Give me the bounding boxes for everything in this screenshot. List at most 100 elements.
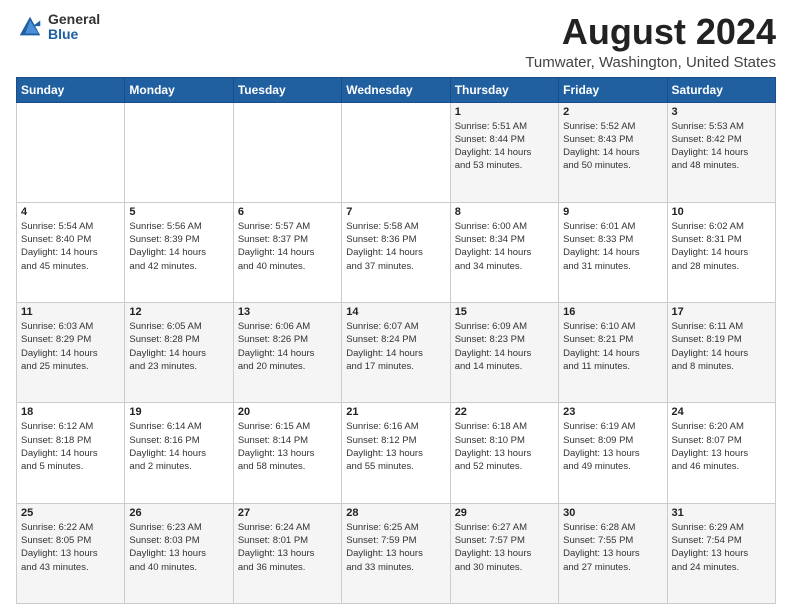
day-info: Sunrise: 6:29 AM Sunset: 7:54 PM Dayligh… xyxy=(672,521,771,574)
day-number: 11 xyxy=(21,306,120,318)
day-number: 3 xyxy=(672,106,771,118)
day-number: 17 xyxy=(672,306,771,318)
calendar-day-cell: 1 Sunrise: 5:51 AM Sunset: 8:44 PM Daylig… xyxy=(450,102,558,202)
day-info: Sunrise: 6:16 AM Sunset: 8:12 PM Dayligh… xyxy=(346,420,445,473)
day-number: 27 xyxy=(238,507,337,519)
calendar-weekday-header: Sunday xyxy=(17,77,125,102)
calendar-day-cell xyxy=(125,102,233,202)
day-info: Sunrise: 6:00 AM Sunset: 8:34 PM Dayligh… xyxy=(455,220,554,273)
day-info: Sunrise: 6:14 AM Sunset: 8:16 PM Dayligh… xyxy=(129,420,228,473)
day-info: Sunrise: 6:18 AM Sunset: 8:10 PM Dayligh… xyxy=(455,420,554,473)
calendar-day-cell: 7Sunrise: 5:58 AM Sunset: 8:36 PM Daylig… xyxy=(342,202,450,302)
day-info: Sunrise: 6:10 AM Sunset: 8:21 PM Dayligh… xyxy=(563,320,662,373)
calendar-day-cell: 15 Sunrise: 6:09 AM Sunset: 8:23 PM Dayli… xyxy=(450,303,558,403)
calendar-weekday-header: Friday xyxy=(559,77,667,102)
calendar-week-row: 18 Sunrise: 6:12 AM Sunset: 8:18 PM Dayli… xyxy=(17,403,776,503)
day-info: Sunrise: 6:02 AM Sunset: 8:31 PM Dayligh… xyxy=(672,220,771,273)
day-info: Sunrise: 6:03 AM Sunset: 8:29 PM Dayligh… xyxy=(21,320,120,373)
subtitle: Tumwater, Washington, United States xyxy=(525,54,776,71)
calendar-header-row: SundayMondayTuesdayWednesdayThursdayFrid… xyxy=(17,77,776,102)
day-number: 18 xyxy=(21,406,120,418)
calendar-day-cell: 4 Sunrise: 5:54 AM Sunset: 8:40 PM Daylig… xyxy=(17,202,125,302)
calendar-weekday-header: Thursday xyxy=(450,77,558,102)
calendar-day-cell: 27 Sunrise: 6:24 AM Sunset: 8:01 PM Dayli… xyxy=(233,503,341,603)
day-info: Sunrise: 6:20 AM Sunset: 8:07 PM Dayligh… xyxy=(672,420,771,473)
day-number: 10 xyxy=(672,206,771,218)
calendar-day-cell xyxy=(233,102,341,202)
day-number: 1 xyxy=(455,106,554,118)
day-number: 29 xyxy=(455,507,554,519)
day-number: 6 xyxy=(238,206,337,218)
day-info: Sunrise: 6:15 AM Sunset: 8:14 PM Dayligh… xyxy=(238,420,337,473)
calendar-day-cell: 16Sunrise: 6:10 AM Sunset: 8:21 PM Dayli… xyxy=(559,303,667,403)
logo-general-text: General xyxy=(48,12,100,27)
calendar-day-cell: 2Sunrise: 5:52 AM Sunset: 8:43 PM Daylig… xyxy=(559,102,667,202)
calendar-day-cell: 23Sunrise: 6:19 AM Sunset: 8:09 PM Dayli… xyxy=(559,403,667,503)
calendar-day-cell xyxy=(342,102,450,202)
day-info: Sunrise: 6:12 AM Sunset: 8:18 PM Dayligh… xyxy=(21,420,120,473)
calendar-day-cell: 22 Sunrise: 6:18 AM Sunset: 8:10 PM Dayli… xyxy=(450,403,558,503)
day-number: 28 xyxy=(346,507,445,519)
day-info: Sunrise: 5:53 AM Sunset: 8:42 PM Dayligh… xyxy=(672,120,771,173)
day-info: Sunrise: 6:07 AM Sunset: 8:24 PM Dayligh… xyxy=(346,320,445,373)
day-number: 21 xyxy=(346,406,445,418)
calendar-week-row: 4 Sunrise: 5:54 AM Sunset: 8:40 PM Daylig… xyxy=(17,202,776,302)
calendar-day-cell: 13 Sunrise: 6:06 AM Sunset: 8:26 PM Dayli… xyxy=(233,303,341,403)
calendar-day-cell: 8 Sunrise: 6:00 AM Sunset: 8:34 PM Daylig… xyxy=(450,202,558,302)
calendar-week-row: 25 Sunrise: 6:22 AM Sunset: 8:05 PM Dayli… xyxy=(17,503,776,603)
day-info: Sunrise: 6:09 AM Sunset: 8:23 PM Dayligh… xyxy=(455,320,554,373)
header: General Blue August 2024 Tumwater, Washi… xyxy=(16,12,776,71)
calendar-day-cell: 30 Sunrise: 6:28 AM Sunset: 7:55 PM Dayli… xyxy=(559,503,667,603)
day-number: 13 xyxy=(238,306,337,318)
calendar-day-cell: 6 Sunrise: 5:57 AM Sunset: 8:37 PM Daylig… xyxy=(233,202,341,302)
calendar-day-cell: 20Sunrise: 6:15 AM Sunset: 8:14 PM Dayli… xyxy=(233,403,341,503)
title-block: August 2024 Tumwater, Washington, United… xyxy=(525,12,776,71)
day-number: 9 xyxy=(563,206,662,218)
day-info: Sunrise: 6:06 AM Sunset: 8:26 PM Dayligh… xyxy=(238,320,337,373)
calendar-weekday-header: Wednesday xyxy=(342,77,450,102)
logo: General Blue xyxy=(16,12,100,43)
calendar-week-row: 1 Sunrise: 5:51 AM Sunset: 8:44 PM Daylig… xyxy=(17,102,776,202)
day-info: Sunrise: 5:56 AM Sunset: 8:39 PM Dayligh… xyxy=(129,220,228,273)
day-info: Sunrise: 6:28 AM Sunset: 7:55 PM Dayligh… xyxy=(563,521,662,574)
calendar-week-row: 11 Sunrise: 6:03 AM Sunset: 8:29 PM Dayli… xyxy=(17,303,776,403)
day-info: Sunrise: 5:54 AM Sunset: 8:40 PM Dayligh… xyxy=(21,220,120,273)
day-number: 4 xyxy=(21,206,120,218)
calendar-day-cell: 25 Sunrise: 6:22 AM Sunset: 8:05 PM Dayli… xyxy=(17,503,125,603)
calendar-day-cell: 29 Sunrise: 6:27 AM Sunset: 7:57 PM Dayli… xyxy=(450,503,558,603)
day-info: Sunrise: 6:01 AM Sunset: 8:33 PM Dayligh… xyxy=(563,220,662,273)
day-info: Sunrise: 6:25 AM Sunset: 7:59 PM Dayligh… xyxy=(346,521,445,574)
calendar-day-cell: 9 Sunrise: 6:01 AM Sunset: 8:33 PM Daylig… xyxy=(559,202,667,302)
day-number: 2 xyxy=(563,106,662,118)
calendar-day-cell: 14Sunrise: 6:07 AM Sunset: 8:24 PM Dayli… xyxy=(342,303,450,403)
day-info: Sunrise: 6:11 AM Sunset: 8:19 PM Dayligh… xyxy=(672,320,771,373)
calendar-day-cell: 17 Sunrise: 6:11 AM Sunset: 8:19 PM Dayli… xyxy=(667,303,775,403)
day-info: Sunrise: 5:57 AM Sunset: 8:37 PM Dayligh… xyxy=(238,220,337,273)
day-number: 25 xyxy=(21,507,120,519)
day-number: 24 xyxy=(672,406,771,418)
main-title: August 2024 xyxy=(525,12,776,52)
calendar-day-cell: 21 Sunrise: 6:16 AM Sunset: 8:12 PM Dayli… xyxy=(342,403,450,503)
day-info: Sunrise: 5:51 AM Sunset: 8:44 PM Dayligh… xyxy=(455,120,554,173)
day-number: 5 xyxy=(129,206,228,218)
calendar-day-cell: 18 Sunrise: 6:12 AM Sunset: 8:18 PM Dayli… xyxy=(17,403,125,503)
calendar-day-cell: 5 Sunrise: 5:56 AM Sunset: 8:39 PM Daylig… xyxy=(125,202,233,302)
calendar-day-cell: 10 Sunrise: 6:02 AM Sunset: 8:31 PM Dayli… xyxy=(667,202,775,302)
calendar-weekday-header: Tuesday xyxy=(233,77,341,102)
day-info: Sunrise: 6:27 AM Sunset: 7:57 PM Dayligh… xyxy=(455,521,554,574)
calendar-weekday-header: Monday xyxy=(125,77,233,102)
calendar-day-cell: 28 Sunrise: 6:25 AM Sunset: 7:59 PM Dayli… xyxy=(342,503,450,603)
logo-icon xyxy=(16,13,44,41)
day-number: 31 xyxy=(672,507,771,519)
day-number: 15 xyxy=(455,306,554,318)
calendar-day-cell: 11 Sunrise: 6:03 AM Sunset: 8:29 PM Dayli… xyxy=(17,303,125,403)
calendar-day-cell xyxy=(17,102,125,202)
day-number: 19 xyxy=(129,406,228,418)
day-number: 22 xyxy=(455,406,554,418)
day-info: Sunrise: 6:24 AM Sunset: 8:01 PM Dayligh… xyxy=(238,521,337,574)
day-info: Sunrise: 6:22 AM Sunset: 8:05 PM Dayligh… xyxy=(21,521,120,574)
calendar-day-cell: 26Sunrise: 6:23 AM Sunset: 8:03 PM Dayli… xyxy=(125,503,233,603)
day-number: 30 xyxy=(563,507,662,519)
day-number: 7 xyxy=(346,206,445,218)
day-number: 8 xyxy=(455,206,554,218)
